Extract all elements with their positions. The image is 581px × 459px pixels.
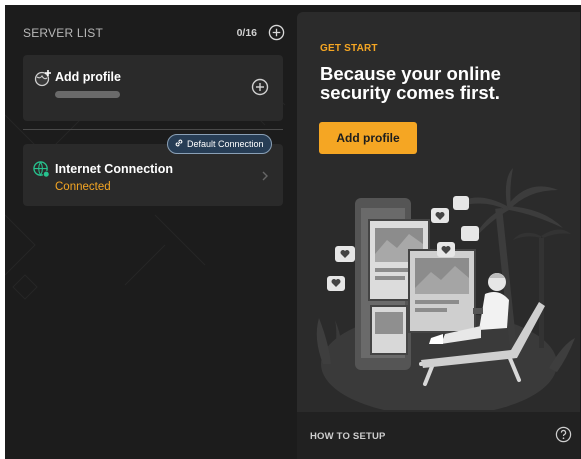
promo-panel: GET START Because your online security c…	[297, 12, 580, 459]
add-profile-title: Add profile	[55, 70, 121, 84]
connection-title: Internet Connection	[55, 162, 174, 176]
security-illustration	[316, 168, 575, 410]
how-to-setup-link[interactable]: HOW TO SETUP	[310, 431, 386, 442]
how-to-setup-bar[interactable]: HOW TO SETUP	[297, 412, 580, 459]
plus-circle-icon[interactable]	[251, 78, 269, 96]
connection-status: Connected	[55, 181, 111, 193]
divider	[23, 129, 283, 130]
default-connection-badge: Default Connection	[167, 134, 272, 154]
add-profile-button[interactable]: Add profile	[319, 122, 417, 154]
question-circle-icon[interactable]	[555, 426, 572, 443]
globe-plus-icon	[34, 70, 51, 87]
default-connection-label: Default Connection	[187, 139, 264, 149]
promo-headline: Because your online security comes first…	[320, 63, 501, 103]
server-list-title: SERVER LIST	[23, 26, 104, 40]
app-window: SERVER LIST 0/16 Add profile Internet Co…	[5, 5, 581, 459]
globe-icon	[33, 161, 50, 178]
server-count: 0/16	[236, 27, 257, 39]
get-start-label: GET START	[320, 43, 378, 54]
profile-placeholder-bar	[55, 91, 120, 98]
chevron-right-icon[interactable]	[261, 171, 269, 181]
add-profile-card[interactable]: Add profile	[23, 55, 283, 121]
server-list-header: SERVER LIST 0/16	[23, 24, 285, 44]
plus-circle-icon[interactable]	[268, 24, 285, 41]
link-icon	[175, 139, 183, 147]
